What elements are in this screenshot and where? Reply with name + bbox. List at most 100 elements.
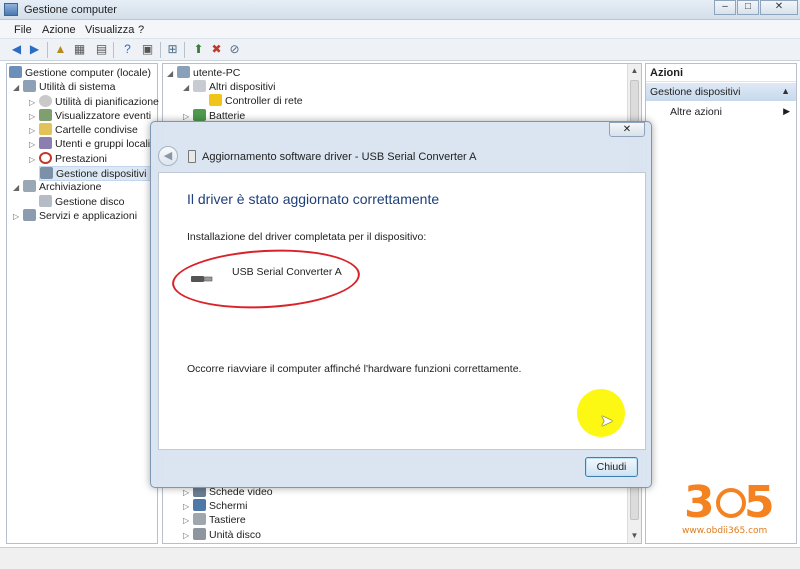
watermark-digit-right: 5 [744, 477, 775, 528]
device-tree-root[interactable]: ◢ utente-PC [167, 66, 240, 81]
computer-management-icon [4, 3, 18, 16]
expand-arrow-icon[interactable]: ▷ [29, 109, 39, 124]
action-pane-icon[interactable]: ▣ [140, 42, 155, 57]
toolbar-separator [160, 42, 161, 58]
obdii365-watermark-logo: 3 5 www.obdii365.com [682, 478, 792, 540]
usb-device-icon [188, 150, 196, 163]
up-folder-icon[interactable]: ▲ [53, 42, 68, 57]
menu-azione[interactable]: Azione [42, 24, 76, 36]
collapse-arrow-icon[interactable]: ◢ [13, 80, 23, 95]
actions-header: Azioni [646, 64, 796, 82]
menu-visualizza[interactable]: Visualizza [85, 24, 134, 36]
close-window-button[interactable]: ✕ [760, 0, 798, 15]
help-icon[interactable]: ? [120, 42, 135, 57]
dialog-heading: Il driver è stato aggiornato correttamen… [187, 191, 440, 207]
back-icon[interactable]: ◀ [158, 146, 178, 166]
clock-icon [39, 95, 52, 107]
expand-arrow-icon[interactable]: ▷ [29, 123, 39, 138]
console-tree-pane: Gestione computer (locale) ◢ Utilità di s… [6, 63, 159, 544]
dialog-body: Il driver è stato aggiornato correttamen… [158, 172, 646, 450]
install-complete-text: Installazione del driver completata per … [187, 231, 427, 243]
unknown-device-icon [193, 80, 206, 92]
users-icon [39, 137, 52, 149]
tree-item-storage[interactable]: ◢ Archiviazione [13, 180, 101, 195]
device-network-controller[interactable]: Controller di rete [209, 94, 303, 109]
menu-bar: File Azione Visualizza ? [0, 20, 800, 39]
event-viewer-icon [39, 109, 52, 121]
expand-arrow-icon[interactable]: ▷ [29, 152, 39, 167]
storage-icon [23, 180, 36, 192]
battery-icon [193, 109, 206, 121]
tree-item-disk-management[interactable]: Gestione disco [39, 195, 124, 210]
pc-icon [177, 66, 190, 78]
device-category-monitors[interactable]: ▷ Schermi [183, 499, 248, 514]
device-category-keyboards[interactable]: ▷ Tastiere [183, 513, 246, 528]
collapse-caret-icon[interactable]: ▲ [781, 86, 790, 96]
actions-pane: Azioni Gestione dispositivi ▲ Altre azio… [645, 63, 797, 544]
warning-device-icon [209, 94, 222, 106]
toolbar-separator [113, 42, 114, 58]
tree-item-performance[interactable]: ▷ Prestazioni [29, 152, 107, 167]
collapse-arrow-icon[interactable]: ◢ [167, 66, 177, 81]
device-category-other[interactable]: ◢ Altri dispositivi [183, 80, 276, 95]
performance-icon [39, 152, 52, 164]
more-actions-item[interactable]: Altre azioni ▶ [670, 106, 794, 118]
watermark-url: www.obdii365.com [682, 526, 768, 536]
tree-item-device-manager[interactable]: Gestione dispositivi [39, 166, 157, 181]
toolbar-separator [184, 42, 185, 58]
mouse-cursor-icon: ➤ [600, 413, 614, 430]
tree-item-task-scheduler[interactable]: ▷ Utilità di pianificazione [29, 95, 159, 110]
tree-item-computer-management[interactable]: Gestione computer (locale) [9, 66, 151, 81]
watermark-ring [716, 488, 746, 518]
minimize-button[interactable]: – [714, 0, 736, 15]
show-tree-icon[interactable]: ▦ [72, 42, 87, 57]
toolbar-separator [47, 42, 48, 58]
expand-arrow-icon[interactable]: ▷ [29, 137, 39, 152]
status-bar [0, 547, 800, 569]
tree-item-shared-folders[interactable]: ▷ Cartelle condivise [29, 123, 138, 138]
submenu-arrow-icon: ▶ [783, 106, 790, 116]
expand-arrow-icon[interactable]: ▷ [29, 95, 39, 110]
device-category-disk-drives[interactable]: ▷ Unità disco [183, 528, 261, 543]
expand-arrow-icon[interactable]: ▷ [13, 209, 23, 224]
expand-arrow-icon[interactable]: ▷ [183, 528, 193, 543]
scroll-up-icon[interactable]: ▲ [628, 64, 641, 78]
update-driver-icon[interactable]: ⬆ [191, 42, 206, 57]
driver-update-dialog: ✕ ◀ Aggiornamento software driver - USB … [150, 121, 652, 488]
tree-item-services-apps[interactable]: ▷ Servizi e applicazioni [13, 209, 137, 224]
forward-arrow-icon[interactable]: ▶ [27, 42, 42, 57]
disk-drive-icon [193, 528, 206, 540]
tree-item-event-viewer[interactable]: ▷ Visualizzatore eventi [29, 109, 151, 124]
collapse-arrow-icon[interactable]: ◢ [183, 80, 193, 95]
expand-arrow-icon[interactable]: ▷ [183, 499, 193, 514]
properties-icon[interactable]: ▤ [94, 42, 109, 57]
shared-folder-icon [39, 123, 52, 135]
disk-icon [39, 195, 52, 207]
disable-device-icon[interactable]: ⊘ [227, 42, 242, 57]
keyboard-icon [193, 513, 206, 525]
device-manager-icon [40, 167, 53, 179]
device-name: USB Serial Converter A [232, 266, 342, 278]
tools-icon [23, 80, 36, 92]
toolbar: ◀ ▶ ▲ ▦ ▤ ? ▣ ⊞ ⬆ ✖ ⊘ [0, 39, 800, 61]
uninstall-icon[interactable]: ✖ [209, 42, 224, 57]
scroll-down-icon[interactable]: ▼ [628, 529, 641, 543]
close-dialog-button[interactable]: Chiudi [585, 457, 638, 477]
maximize-button[interactable]: □ [737, 0, 759, 15]
monitor-icon [193, 499, 206, 511]
tree-item-system-tools[interactable]: ◢ Utilità di sistema [13, 80, 115, 95]
computer-icon [9, 66, 22, 78]
watermark-digit-left: 3 [684, 477, 715, 528]
dialog-title: Aggiornamento software driver - USB Seri… [202, 151, 477, 163]
menu-help[interactable]: ? [138, 24, 144, 36]
actions-section-device-manager[interactable]: Gestione dispositivi ▲ [646, 83, 796, 101]
menu-file[interactable]: File [14, 24, 32, 36]
collapse-arrow-icon[interactable]: ◢ [13, 180, 23, 195]
window-titlebar: Gestione computer – □ ✕ [0, 0, 800, 20]
dialog-close-button[interactable]: ✕ [609, 122, 645, 137]
expand-arrow-icon[interactable]: ▷ [183, 513, 193, 528]
tree-item-local-users[interactable]: ▷ Utenti e gruppi locali [29, 137, 150, 152]
back-arrow-icon[interactable]: ◀ [9, 42, 24, 57]
scan-hardware-icon[interactable]: ⊞ [165, 42, 180, 57]
restart-required-text: Occorre riavviare il computer affinché l… [187, 363, 522, 375]
